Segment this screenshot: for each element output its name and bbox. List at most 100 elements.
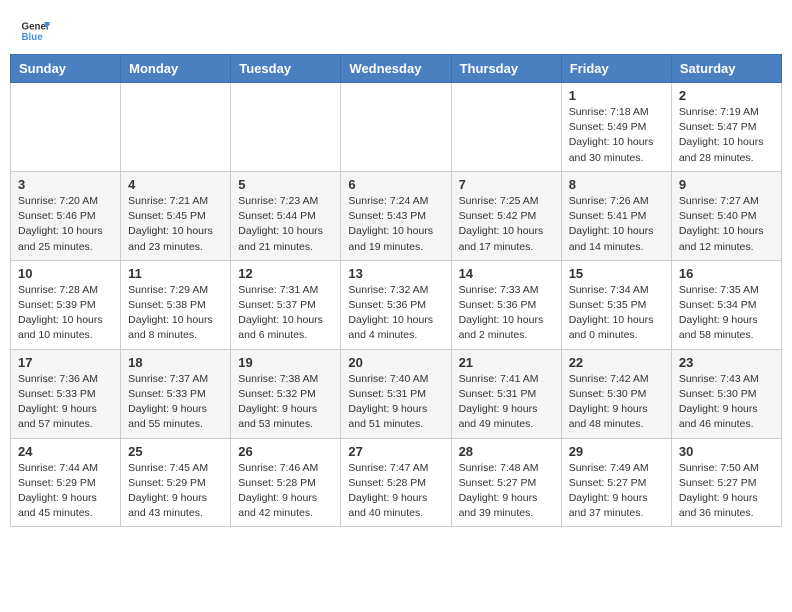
day-info: Sunrise: 7:42 AM Sunset: 5:30 PM Dayligh… xyxy=(569,372,664,433)
day-info: Sunrise: 7:49 AM Sunset: 5:27 PM Dayligh… xyxy=(569,461,664,522)
day-cell xyxy=(121,83,231,172)
day-number: 23 xyxy=(679,355,774,370)
day-number: 8 xyxy=(569,177,664,192)
day-cell: 24 Sunrise: 7:44 AM Sunset: 5:29 PM Dayli… xyxy=(11,438,121,527)
day-info: Sunrise: 7:21 AM Sunset: 5:45 PM Dayligh… xyxy=(128,194,223,255)
day-number: 7 xyxy=(459,177,554,192)
day-cell: 5 Sunrise: 7:23 AM Sunset: 5:44 PM Daylig… xyxy=(231,171,341,260)
day-number: 16 xyxy=(679,266,774,281)
day-cell: 18 Sunrise: 7:37 AM Sunset: 5:33 PM Dayli… xyxy=(121,349,231,438)
day-info: Sunrise: 7:48 AM Sunset: 5:27 PM Dayligh… xyxy=(459,461,554,522)
day-cell: 29 Sunrise: 7:49 AM Sunset: 5:27 PM Dayli… xyxy=(561,438,671,527)
day-info: Sunrise: 7:40 AM Sunset: 5:31 PM Dayligh… xyxy=(348,372,443,433)
week-row-5: 24 Sunrise: 7:44 AM Sunset: 5:29 PM Dayli… xyxy=(11,438,782,527)
day-number: 30 xyxy=(679,444,774,459)
header-cell-thursday: Thursday xyxy=(451,55,561,83)
day-cell: 10Sunrise: 7:28 AM Sunset: 5:39 PM Dayli… xyxy=(11,260,121,349)
day-cell: 6 Sunrise: 7:24 AM Sunset: 5:43 PM Daylig… xyxy=(341,171,451,260)
day-number: 29 xyxy=(569,444,664,459)
day-info: Sunrise: 7:28 AM Sunset: 5:39 PM Dayligh… xyxy=(18,283,113,344)
day-cell: 7 Sunrise: 7:25 AM Sunset: 5:42 PM Daylig… xyxy=(451,171,561,260)
day-cell: 1Sunrise: 7:18 AM Sunset: 5:49 PM Daylig… xyxy=(561,83,671,172)
day-number: 25 xyxy=(128,444,223,459)
day-number: 5 xyxy=(238,177,333,192)
day-info: Sunrise: 7:20 AM Sunset: 5:46 PM Dayligh… xyxy=(18,194,113,255)
day-info: Sunrise: 7:43 AM Sunset: 5:30 PM Dayligh… xyxy=(679,372,774,433)
day-cell xyxy=(11,83,121,172)
day-number: 2 xyxy=(679,88,774,103)
day-info: Sunrise: 7:50 AM Sunset: 5:27 PM Dayligh… xyxy=(679,461,774,522)
day-number: 9 xyxy=(679,177,774,192)
day-cell: 9Sunrise: 7:27 AM Sunset: 5:40 PM Daylig… xyxy=(671,171,781,260)
day-cell: 25 Sunrise: 7:45 AM Sunset: 5:29 PM Dayli… xyxy=(121,438,231,527)
day-info: Sunrise: 7:31 AM Sunset: 5:37 PM Dayligh… xyxy=(238,283,333,344)
day-number: 18 xyxy=(128,355,223,370)
day-cell: 11 Sunrise: 7:29 AM Sunset: 5:38 PM Dayli… xyxy=(121,260,231,349)
day-number: 24 xyxy=(18,444,113,459)
day-info: Sunrise: 7:19 AM Sunset: 5:47 PM Dayligh… xyxy=(679,105,774,166)
day-cell xyxy=(451,83,561,172)
day-info: Sunrise: 7:37 AM Sunset: 5:33 PM Dayligh… xyxy=(128,372,223,433)
week-row-1: 1Sunrise: 7:18 AM Sunset: 5:49 PM Daylig… xyxy=(11,83,782,172)
day-info: Sunrise: 7:34 AM Sunset: 5:35 PM Dayligh… xyxy=(569,283,664,344)
day-cell: 20 Sunrise: 7:40 AM Sunset: 5:31 PM Dayli… xyxy=(341,349,451,438)
day-info: Sunrise: 7:35 AM Sunset: 5:34 PM Dayligh… xyxy=(679,283,774,344)
header-cell-friday: Friday xyxy=(561,55,671,83)
day-number: 1 xyxy=(569,88,664,103)
day-cell: 27Sunrise: 7:47 AM Sunset: 5:28 PM Dayli… xyxy=(341,438,451,527)
header-cell-saturday: Saturday xyxy=(671,55,781,83)
week-row-3: 10Sunrise: 7:28 AM Sunset: 5:39 PM Dayli… xyxy=(11,260,782,349)
day-number: 28 xyxy=(459,444,554,459)
day-info: Sunrise: 7:47 AM Sunset: 5:28 PM Dayligh… xyxy=(348,461,443,522)
day-number: 15 xyxy=(569,266,664,281)
day-number: 19 xyxy=(238,355,333,370)
logo: General Blue xyxy=(20,16,50,46)
day-info: Sunrise: 7:24 AM Sunset: 5:43 PM Dayligh… xyxy=(348,194,443,255)
day-cell: 30 Sunrise: 7:50 AM Sunset: 5:27 PM Dayli… xyxy=(671,438,781,527)
day-cell: 26Sunrise: 7:46 AM Sunset: 5:28 PM Dayli… xyxy=(231,438,341,527)
day-cell: 21Sunrise: 7:41 AM Sunset: 5:31 PM Dayli… xyxy=(451,349,561,438)
day-cell: 22 Sunrise: 7:42 AM Sunset: 5:30 PM Dayli… xyxy=(561,349,671,438)
day-info: Sunrise: 7:29 AM Sunset: 5:38 PM Dayligh… xyxy=(128,283,223,344)
day-cell: 4Sunrise: 7:21 AM Sunset: 5:45 PM Daylig… xyxy=(121,171,231,260)
day-number: 11 xyxy=(128,266,223,281)
day-number: 20 xyxy=(348,355,443,370)
day-number: 22 xyxy=(569,355,664,370)
day-cell: 28 Sunrise: 7:48 AM Sunset: 5:27 PM Dayli… xyxy=(451,438,561,527)
day-cell: 8 Sunrise: 7:26 AM Sunset: 5:41 PM Daylig… xyxy=(561,171,671,260)
day-cell: 12 Sunrise: 7:31 AM Sunset: 5:37 PM Dayli… xyxy=(231,260,341,349)
day-info: Sunrise: 7:44 AM Sunset: 5:29 PM Dayligh… xyxy=(18,461,113,522)
day-cell: 13 Sunrise: 7:32 AM Sunset: 5:36 PM Dayli… xyxy=(341,260,451,349)
svg-text:Blue: Blue xyxy=(22,32,44,43)
logo-icon: General Blue xyxy=(20,16,50,46)
day-info: Sunrise: 7:36 AM Sunset: 5:33 PM Dayligh… xyxy=(18,372,113,433)
calendar-wrapper: SundayMondayTuesdayWednesdayThursdayFrid… xyxy=(0,54,792,537)
day-cell: 14Sunrise: 7:33 AM Sunset: 5:36 PM Dayli… xyxy=(451,260,561,349)
day-info: Sunrise: 7:26 AM Sunset: 5:41 PM Dayligh… xyxy=(569,194,664,255)
page-header: General Blue xyxy=(0,0,792,54)
week-row-2: 3 Sunrise: 7:20 AM Sunset: 5:46 PM Daylig… xyxy=(11,171,782,260)
day-info: Sunrise: 7:46 AM Sunset: 5:28 PM Dayligh… xyxy=(238,461,333,522)
day-number: 13 xyxy=(348,266,443,281)
day-number: 12 xyxy=(238,266,333,281)
day-number: 3 xyxy=(18,177,113,192)
header-cell-sunday: Sunday xyxy=(11,55,121,83)
day-cell: 23 Sunrise: 7:43 AM Sunset: 5:30 PM Dayli… xyxy=(671,349,781,438)
week-row-4: 17Sunrise: 7:36 AM Sunset: 5:33 PM Dayli… xyxy=(11,349,782,438)
day-info: Sunrise: 7:38 AM Sunset: 5:32 PM Dayligh… xyxy=(238,372,333,433)
day-cell: 15 Sunrise: 7:34 AM Sunset: 5:35 PM Dayli… xyxy=(561,260,671,349)
day-number: 6 xyxy=(348,177,443,192)
day-info: Sunrise: 7:45 AM Sunset: 5:29 PM Dayligh… xyxy=(128,461,223,522)
calendar-body: 1Sunrise: 7:18 AM Sunset: 5:49 PM Daylig… xyxy=(11,83,782,527)
header-cell-wednesday: Wednesday xyxy=(341,55,451,83)
day-info: Sunrise: 7:33 AM Sunset: 5:36 PM Dayligh… xyxy=(459,283,554,344)
header-row: SundayMondayTuesdayWednesdayThursdayFrid… xyxy=(11,55,782,83)
day-info: Sunrise: 7:25 AM Sunset: 5:42 PM Dayligh… xyxy=(459,194,554,255)
day-cell: 17Sunrise: 7:36 AM Sunset: 5:33 PM Dayli… xyxy=(11,349,121,438)
day-cell xyxy=(341,83,451,172)
day-info: Sunrise: 7:23 AM Sunset: 5:44 PM Dayligh… xyxy=(238,194,333,255)
day-info: Sunrise: 7:32 AM Sunset: 5:36 PM Dayligh… xyxy=(348,283,443,344)
day-cell: 2 Sunrise: 7:19 AM Sunset: 5:47 PM Daylig… xyxy=(671,83,781,172)
day-number: 21 xyxy=(459,355,554,370)
header-cell-tuesday: Tuesday xyxy=(231,55,341,83)
